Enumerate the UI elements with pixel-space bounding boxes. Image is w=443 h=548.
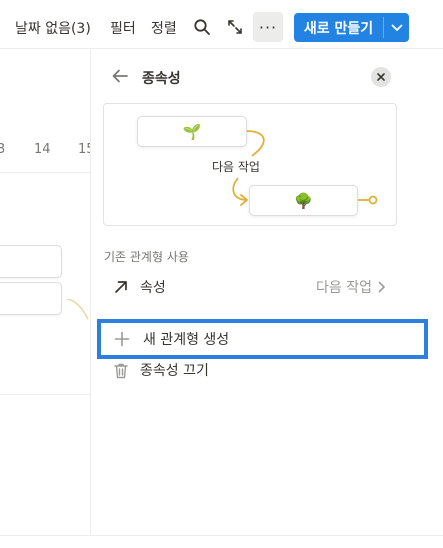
trash-icon [111,360,131,380]
arrow-up-right-icon [111,277,131,297]
dependency-diagram: 🌱 다음 작업 🌳 [103,103,397,226]
plus-icon [112,329,132,349]
search-icon[interactable] [191,16,213,38]
diagram-top-card: 🌱 [137,116,247,147]
filter-button[interactable]: 필터 [110,18,136,38]
no-date-button[interactable]: 날짜 없음(3) [15,18,91,38]
timeline-divider [0,172,90,173]
new-button-label[interactable]: 새로 만들기 [294,13,383,42]
create-relation-label: 새 관계형 생성 [143,332,230,348]
timeline-tick: 14 [34,142,51,157]
view-toolbar: 날짜 없음(3) 필터 정렬 ··· 새로 만들기 [0,0,443,52]
bottom-divider [0,535,443,536]
more-options-button[interactable]: ··· [253,12,283,42]
timeline-area: 3 14 15 [0,49,90,548]
close-icon[interactable] [371,67,391,87]
property-value[interactable]: 다음 작업 [316,277,386,297]
create-relation-button[interactable]: 새 관계형 생성 [97,319,428,359]
back-arrow-icon[interactable] [111,67,129,85]
new-button[interactable]: 새로 만들기 [294,13,409,42]
diagram-bottom-card: 🌳 [249,185,358,216]
chevron-right-icon [378,281,385,293]
timeline-divider [0,394,90,395]
existing-relation-section-title: 기존 관계형 사용 [104,250,189,264]
property-row[interactable]: 속성 다음 작업 [100,271,390,303]
diagram-connector-label: 다음 작업 [211,158,261,175]
chevron-down-icon[interactable] [384,13,409,42]
property-label: 속성 [140,280,166,296]
timeline-task-card[interactable] [0,282,62,315]
timeline-dependency-connector [64,299,89,320]
timeline-tick: 3 [0,142,6,157]
timeline-task-card[interactable] [0,245,62,278]
property-value-text: 다음 작업 [316,280,372,296]
turn-off-dependency-button[interactable]: 종속성 끄기 [100,354,390,386]
dependency-panel: 종속성 🌱 다음 작업 🌳 기존 관계형 사용 속성 다음 작업 새 관계형 생… [90,49,443,535]
seedling-icon: 🌱 [182,122,202,141]
expand-arrows-icon[interactable] [224,16,246,38]
turn-off-dependency-label: 종속성 끄기 [140,363,209,379]
sort-button[interactable]: 정렬 [151,18,177,38]
tree-icon: 🌳 [294,191,313,210]
panel-title: 종속성 [142,71,181,87]
timeline-tick: 15 [78,142,90,157]
